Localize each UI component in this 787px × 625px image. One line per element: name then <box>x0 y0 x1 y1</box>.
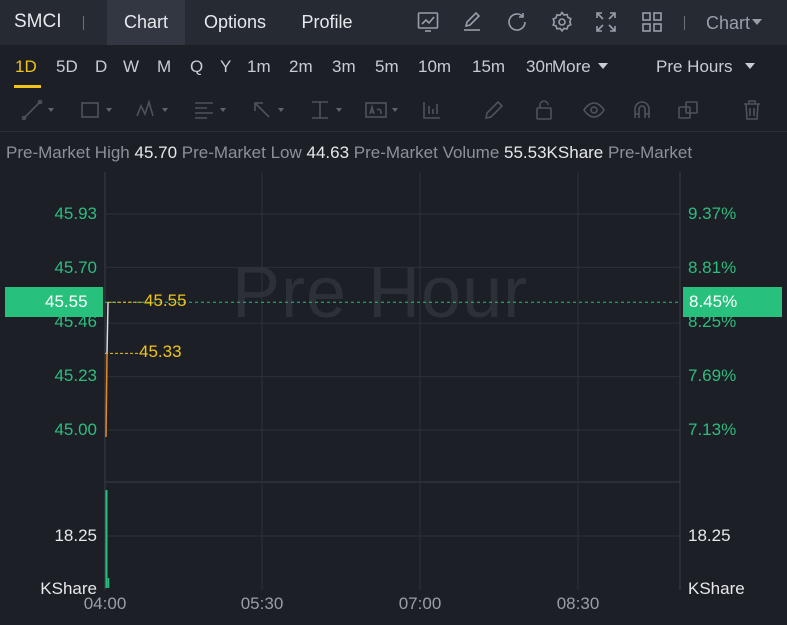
y-tick-right: 7.13% <box>688 420 737 439</box>
y-tick-right: 9.37% <box>688 204 737 223</box>
pre-market-volume-label: Pre-Market Volume <box>353 143 500 162</box>
trash-icon[interactable] <box>740 98 764 122</box>
pre-market-high-label: Pre-Market High <box>6 143 130 162</box>
chevron-down-icon <box>744 62 755 69</box>
settings-icon[interactable] <box>550 10 574 34</box>
bar-pattern-icon[interactable] <box>420 98 444 122</box>
x-tick: 04:00 <box>83 594 127 613</box>
timeframe-w[interactable]: W <box>123 57 139 77</box>
pre-market-low-value: 44.63 <box>306 143 350 162</box>
timeframe-m[interactable]: M <box>157 57 171 77</box>
fullscreen-icon[interactable] <box>594 10 618 34</box>
y-tick-left: 45.23 <box>54 366 97 385</box>
session-dropdown[interactable]: Pre Hours <box>656 57 755 77</box>
text-tool-icon[interactable] <box>364 98 388 122</box>
current-price-tag: 45.55 <box>5 287 103 317</box>
chevron-down-icon <box>392 108 398 112</box>
grid-layout-icon[interactable] <box>640 10 664 34</box>
rectangle-tool-icon[interactable] <box>78 98 102 122</box>
price-series-segment <box>106 302 109 354</box>
y-tick-right: 8.81% <box>688 258 737 277</box>
timeframe-1m[interactable]: 1m <box>247 57 271 77</box>
more-label: More <box>552 57 591 76</box>
arrow-tool-icon[interactable] <box>250 98 274 122</box>
chart-type-dropdown[interactable]: Chart <box>706 13 763 34</box>
layers-icon[interactable] <box>676 98 700 122</box>
chevron-down-icon <box>336 108 342 112</box>
timeframe-1d[interactable]: 1D <box>15 57 37 77</box>
timeframe-y[interactable]: Y <box>220 57 231 77</box>
chevron-down-icon <box>162 108 168 112</box>
volume-unit-right: KShare <box>688 579 745 598</box>
timeframe-bar: 1D 5D D W M Q Y 1m 2m 3m 5m 10m 15m 30m … <box>0 45 787 88</box>
tab-chart[interactable]: Chart <box>107 0 185 45</box>
chart-type-label: Chart <box>706 13 751 33</box>
divider <box>83 16 84 30</box>
pre-market-volume-value: 55.53KShare <box>504 143 604 162</box>
refresh-icon[interactable] <box>505 10 529 34</box>
chevron-down-icon <box>48 108 54 112</box>
low-line-label: 45.33 <box>139 342 182 361</box>
current-change-tag: 8.45% <box>683 287 782 317</box>
timeframe-5m[interactable]: 5m <box>375 57 399 77</box>
chevron-down-icon <box>278 108 284 112</box>
price-series-segment <box>105 353 108 437</box>
chart-canvas <box>104 172 681 590</box>
timeframe-3m[interactable]: 3m <box>332 57 356 77</box>
fibonacci-tool-icon[interactable] <box>192 98 216 122</box>
chevron-down-icon <box>597 62 608 69</box>
more-timeframes-dropdown[interactable]: More <box>552 57 608 77</box>
volume-tick-right: 18.25 <box>688 526 731 545</box>
volume-tick-left: 18.25 <box>54 526 97 545</box>
timeframe-15m[interactable]: 15m <box>472 57 505 77</box>
tab-options[interactable]: Options <box>194 0 276 45</box>
ticker-symbol: SMCI <box>14 11 62 32</box>
pre-market-stats: Pre-Market High 45.70 Pre-Market Low 44.… <box>6 143 787 163</box>
indicator-chart-icon[interactable] <box>416 10 440 34</box>
chevron-down-icon <box>752 19 763 26</box>
session-label: Pre Hours <box>656 57 733 76</box>
chevron-down-icon <box>220 108 226 112</box>
price-chart[interactable]: Pre Hour 45.93 45.70 45.46 45.23 45.00 9… <box>0 170 787 625</box>
edit-icon[interactable] <box>460 10 484 34</box>
y-tick-left: 45.93 <box>54 204 97 223</box>
price-line-label: 45.55 <box>144 291 187 310</box>
x-tick: 05:30 <box>240 594 284 613</box>
top-nav-bar: SMCI Chart Options Profile Chart <box>0 0 787 45</box>
timeframe-q[interactable]: Q <box>190 57 203 77</box>
pre-market-low-label: Pre-Market Low <box>181 143 302 162</box>
eye-icon[interactable] <box>582 98 606 122</box>
magnet-icon[interactable] <box>630 98 654 122</box>
measure-tool-icon[interactable] <box>308 98 332 122</box>
pattern-tool-icon[interactable] <box>134 98 158 122</box>
divider <box>684 16 685 30</box>
y-tick-left: 45.70 <box>54 258 97 277</box>
lock-icon[interactable] <box>532 98 556 122</box>
pre-market-trailing-label: Pre-Market <box>608 143 693 162</box>
pencil-icon[interactable] <box>482 98 506 122</box>
drawing-toolbar <box>0 88 787 132</box>
timeframe-d[interactable]: D <box>95 57 107 77</box>
timeframe-30m[interactable]: 30m <box>526 57 552 77</box>
x-tick: 07:00 <box>398 594 442 613</box>
timeframe-2m[interactable]: 2m <box>289 57 313 77</box>
x-tick: 08:30 <box>556 594 600 613</box>
chevron-down-icon <box>106 108 112 112</box>
timeframe-5d[interactable]: 5D <box>56 57 78 77</box>
y-tick-left: 45.00 <box>54 420 97 439</box>
pre-market-high-value: 45.70 <box>134 143 178 162</box>
y-tick-right: 7.69% <box>688 366 737 385</box>
tab-profile[interactable]: Profile <box>292 0 362 45</box>
line-tool-icon[interactable] <box>20 98 44 122</box>
timeframe-10m[interactable]: 10m <box>418 57 451 77</box>
